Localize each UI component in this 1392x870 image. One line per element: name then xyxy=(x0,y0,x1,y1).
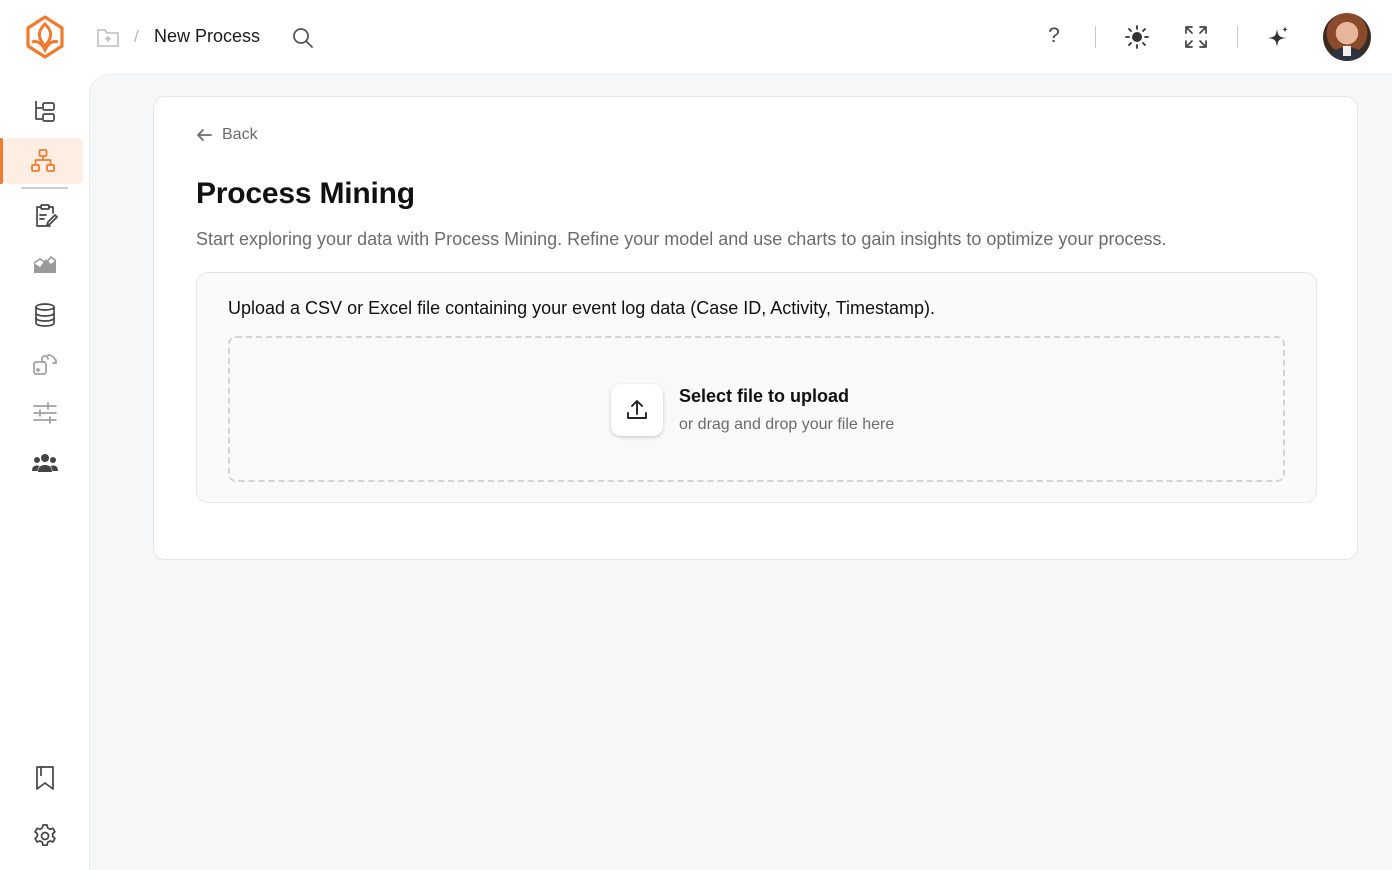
help-icon[interactable]: ? xyxy=(1044,24,1064,48)
sidebar-item-settings-sliders[interactable] xyxy=(0,390,89,436)
clipboard-edit-icon xyxy=(35,204,58,227)
page-subtitle: Start exploring your data with Process M… xyxy=(196,229,1167,249)
users-icon xyxy=(31,454,58,472)
process-diagram-icon xyxy=(31,149,55,172)
upload-description: Upload a CSV or Excel file containing yo… xyxy=(228,298,935,318)
process-mining-card: Back Process Mining Start exploring your… xyxy=(153,96,1358,560)
back-button[interactable]: Back xyxy=(195,126,258,144)
sliders-icon xyxy=(32,402,57,424)
bookmark-icon xyxy=(35,766,54,790)
divider xyxy=(1237,26,1238,48)
upload-panel: Upload a CSV or Excel file containing yo… xyxy=(196,272,1317,503)
database-icon xyxy=(34,303,55,327)
chart-area-icon xyxy=(33,255,56,273)
breadcrumb-separator: / xyxy=(134,27,139,46)
folder-icon[interactable] xyxy=(96,26,120,48)
arrow-left-icon xyxy=(197,129,212,141)
sidebar xyxy=(0,74,89,870)
divider xyxy=(1095,26,1096,48)
active-indicator xyxy=(0,138,3,184)
drag-drop-hint: or drag and drop your file here xyxy=(679,416,895,433)
page-title: Process Mining xyxy=(196,177,415,210)
ai-sparkle-icon[interactable] xyxy=(1264,23,1292,51)
avatar-collar xyxy=(1343,46,1351,56)
search-icon[interactable] xyxy=(291,26,315,50)
integration-icon xyxy=(32,354,57,375)
sidebar-item-analytics[interactable] xyxy=(0,242,89,288)
sidebar-item-bookmarks[interactable] xyxy=(0,755,89,801)
sidebar-item-team[interactable] xyxy=(0,440,89,486)
upload-button[interactable] xyxy=(611,384,663,436)
fullscreen-icon[interactable] xyxy=(1183,24,1209,50)
hierarchy-tree-icon xyxy=(34,101,55,122)
app-logo-icon[interactable] xyxy=(24,14,66,60)
page-breadcrumb-title[interactable]: New Process xyxy=(154,26,260,47)
top-bar: / New Process ? xyxy=(0,0,1392,74)
file-dropzone[interactable]: Select file to upload or drag and drop y… xyxy=(228,336,1285,482)
sidebar-item-integrations[interactable] xyxy=(0,341,89,387)
gear-icon xyxy=(33,824,56,847)
sidebar-item-database[interactable] xyxy=(0,292,89,338)
avatar[interactable] xyxy=(1323,13,1371,61)
sidebar-item-settings[interactable] xyxy=(0,813,89,859)
sidebar-item-hierarchy[interactable] xyxy=(0,88,89,134)
back-label: Back xyxy=(222,126,258,143)
upload-icon xyxy=(627,400,647,419)
sun-icon[interactable] xyxy=(1124,24,1150,50)
sidebar-item-tasks[interactable] xyxy=(0,193,89,239)
sidebar-item-process[interactable] xyxy=(3,138,83,184)
active-underline xyxy=(21,187,68,189)
main-content: Back Process Mining Start exploring your… xyxy=(89,74,1392,870)
select-file-label[interactable]: Select file to upload xyxy=(679,386,849,407)
